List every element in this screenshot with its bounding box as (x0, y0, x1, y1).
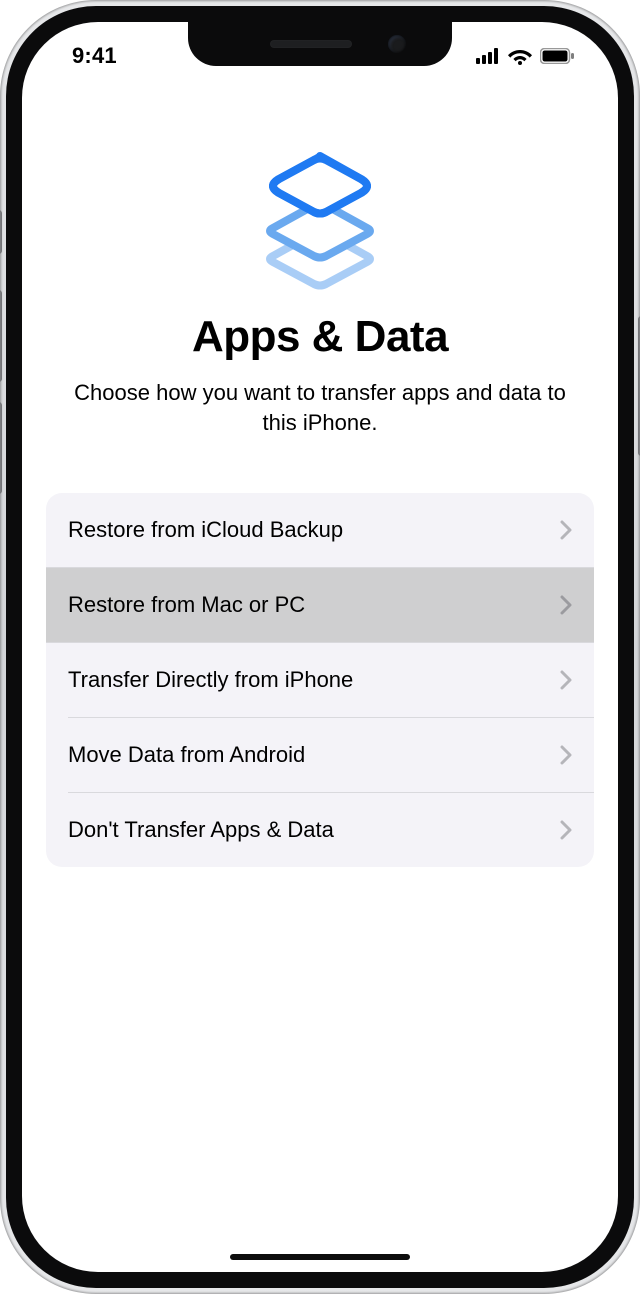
wifi-icon (508, 47, 532, 65)
apps-data-icon (255, 146, 385, 296)
setup-content: Apps & Data Choose how you want to trans… (22, 22, 618, 1272)
chevron-right-icon (560, 745, 572, 765)
home-indicator[interactable] (230, 1254, 410, 1260)
chevron-right-icon (560, 820, 572, 840)
option-dont-transfer[interactable]: Don't Transfer Apps & Data (46, 793, 594, 867)
option-transfer-iphone[interactable]: Transfer Directly from iPhone (46, 643, 594, 717)
chevron-right-icon (560, 595, 572, 615)
battery-icon (540, 48, 574, 64)
chevron-right-icon (560, 670, 572, 690)
mute-switch[interactable] (0, 210, 2, 254)
option-restore-mac-pc[interactable]: Restore from Mac or PC (46, 568, 594, 642)
chevron-right-icon (560, 520, 572, 540)
display-notch (188, 22, 452, 66)
front-camera (388, 35, 406, 53)
status-time: 9:41 (56, 31, 117, 69)
page-title: Apps & Data (192, 312, 448, 362)
phone-screen: 9:41 (22, 22, 618, 1272)
option-restore-icloud[interactable]: Restore from iCloud Backup (46, 493, 594, 567)
volume-up-button[interactable] (0, 290, 2, 382)
iphone-device-frame: 9:41 (0, 0, 640, 1294)
option-label: Restore from Mac or PC (68, 592, 305, 618)
earpiece-speaker (270, 40, 352, 48)
option-label: Restore from iCloud Backup (68, 517, 343, 543)
option-label: Transfer Directly from iPhone (68, 667, 353, 693)
cellular-icon (476, 48, 500, 64)
option-label: Move Data from Android (68, 742, 305, 768)
volume-down-button[interactable] (0, 402, 2, 494)
option-move-android[interactable]: Move Data from Android (46, 718, 594, 792)
page-subtitle: Choose how you want to transfer apps and… (70, 378, 570, 437)
status-indicators (476, 35, 584, 65)
option-label: Don't Transfer Apps & Data (68, 817, 334, 843)
options-list: Restore from iCloud Backup Restore from … (46, 493, 594, 867)
